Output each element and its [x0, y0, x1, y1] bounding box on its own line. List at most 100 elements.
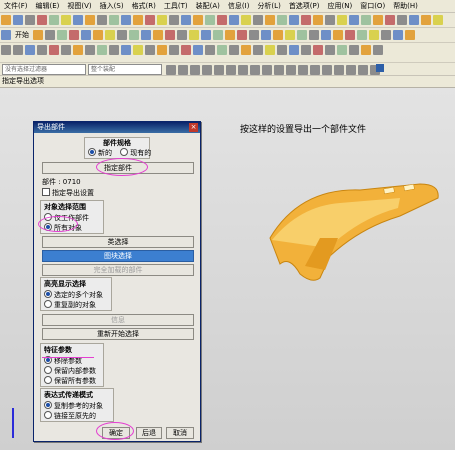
close-icon[interactable]: × [189, 123, 198, 132]
surface-icon[interactable] [313, 15, 323, 25]
law-icon[interactable] [229, 45, 239, 55]
mirror-icon[interactable] [177, 30, 187, 40]
hide-icon[interactable] [393, 30, 403, 40]
export-settings-checkbox[interactable] [42, 188, 50, 196]
snap2-icon[interactable] [337, 45, 347, 55]
extend-icon[interactable] [145, 45, 155, 55]
extra3-icon[interactable] [385, 15, 395, 25]
grid2-icon[interactable] [241, 45, 251, 55]
selected-objects-radio[interactable] [44, 290, 52, 298]
measure-icon[interactable] [217, 15, 227, 25]
fillet-icon[interactable] [37, 45, 47, 55]
refresh-icon[interactable] [349, 45, 359, 55]
paste-icon[interactable] [61, 15, 71, 25]
snap-icon[interactable] [241, 15, 251, 25]
bridge-icon[interactable] [181, 45, 191, 55]
orient-icon[interactable] [229, 15, 239, 25]
sew-icon[interactable] [261, 30, 271, 40]
extra5-icon[interactable] [409, 15, 419, 25]
assembly-icon[interactable] [277, 15, 287, 25]
menu-application[interactable]: 应用(N) [324, 0, 357, 12]
intersect-icon[interactable] [213, 30, 223, 40]
boss-icon[interactable] [81, 30, 91, 40]
menu-edit[interactable]: 编辑(E) [32, 0, 64, 12]
restart-selection-button[interactable]: 重新开始选择 [42, 328, 194, 340]
offset-curve-icon[interactable] [169, 45, 179, 55]
rectangle-icon[interactable] [49, 45, 59, 55]
existing-part-radio[interactable] [120, 148, 129, 156]
section2-icon[interactable] [277, 45, 287, 55]
spline-icon[interactable] [85, 45, 95, 55]
dimension-icon[interactable] [109, 45, 119, 55]
layer-select-button[interactable]: 图块选择 [42, 250, 194, 262]
edge-snap-icon[interactable] [334, 65, 344, 75]
duplicate-objects-radio[interactable] [44, 300, 52, 308]
render-icon[interactable] [205, 15, 215, 25]
class-select-button[interactable]: 类选择 [42, 236, 194, 248]
ellipse-icon[interactable] [73, 45, 83, 55]
blend-icon[interactable] [117, 30, 127, 40]
offset-icon[interactable] [249, 30, 259, 40]
delete-icon[interactable] [381, 30, 391, 40]
info-window-icon[interactable] [376, 64, 384, 72]
combine-icon[interactable] [313, 45, 323, 55]
sketch-icon[interactable] [33, 30, 43, 40]
info-icon[interactable] [325, 15, 335, 25]
join-icon[interactable] [193, 45, 203, 55]
more-icon[interactable] [349, 15, 359, 25]
menu-assembly[interactable]: 装配(A) [192, 0, 224, 12]
extra-icon[interactable] [361, 15, 371, 25]
chamfer-icon[interactable] [129, 30, 139, 40]
link-original-radio[interactable] [44, 411, 52, 419]
revolve-icon[interactable] [57, 30, 67, 40]
new-part-radio[interactable] [88, 148, 96, 156]
helix-icon[interactable] [217, 45, 227, 55]
save-icon[interactable] [25, 15, 35, 25]
line-icon[interactable] [1, 45, 11, 55]
extra6-icon[interactable] [421, 15, 431, 25]
keep-all-params-radio[interactable] [44, 376, 52, 384]
copy-referenced-radio[interactable] [44, 401, 52, 409]
split-icon[interactable] [237, 30, 247, 40]
divide-icon[interactable] [205, 45, 215, 55]
surface2-icon[interactable] [285, 30, 295, 40]
open-icon[interactable] [13, 15, 23, 25]
curve-snap-icon[interactable] [274, 65, 284, 75]
trim-icon[interactable] [225, 30, 235, 40]
rotate-icon[interactable] [121, 15, 131, 25]
redo-icon[interactable] [85, 15, 95, 25]
analysis-icon[interactable] [301, 15, 311, 25]
tangent-snap-icon[interactable] [310, 65, 320, 75]
extrude-icon[interactable] [45, 30, 55, 40]
vertex-snap-icon[interactable] [286, 65, 296, 75]
pan-icon[interactable] [145, 15, 155, 25]
component-snap-icon[interactable] [358, 65, 368, 75]
shade-icon[interactable] [169, 15, 179, 25]
curve-icon[interactable] [297, 30, 307, 40]
copy-icon[interactable] [49, 15, 59, 25]
unwrap-icon[interactable] [301, 45, 311, 55]
csys-icon[interactable] [345, 30, 355, 40]
help-icon[interactable] [337, 15, 347, 25]
end-snap-icon[interactable] [190, 65, 200, 75]
undo-icon[interactable] [73, 15, 83, 25]
unite-icon[interactable] [189, 30, 199, 40]
part-icon[interactable] [265, 15, 275, 25]
axis-icon[interactable] [333, 30, 343, 40]
menu-preferences[interactable]: 首选项(P) [285, 0, 324, 12]
filter-icon[interactable] [166, 65, 176, 75]
move-icon[interactable] [357, 30, 367, 40]
shell-icon[interactable] [141, 30, 151, 40]
trim2-icon[interactable] [325, 45, 335, 55]
feature-snap-icon[interactable] [346, 65, 356, 75]
constraint-icon[interactable] [121, 45, 131, 55]
pad-icon[interactable] [105, 30, 115, 40]
edit-icon[interactable] [369, 30, 379, 40]
menu-help[interactable]: 帮助(H) [389, 0, 422, 12]
extra2-icon[interactable] [373, 15, 383, 25]
cancel-button[interactable]: 取消 [166, 427, 194, 439]
menu-insert[interactable]: 插入(S) [96, 0, 128, 12]
scope-filter-dropdown[interactable]: 整个装配 [88, 64, 162, 75]
point-snap-icon[interactable] [178, 65, 188, 75]
hole-icon[interactable] [69, 30, 79, 40]
